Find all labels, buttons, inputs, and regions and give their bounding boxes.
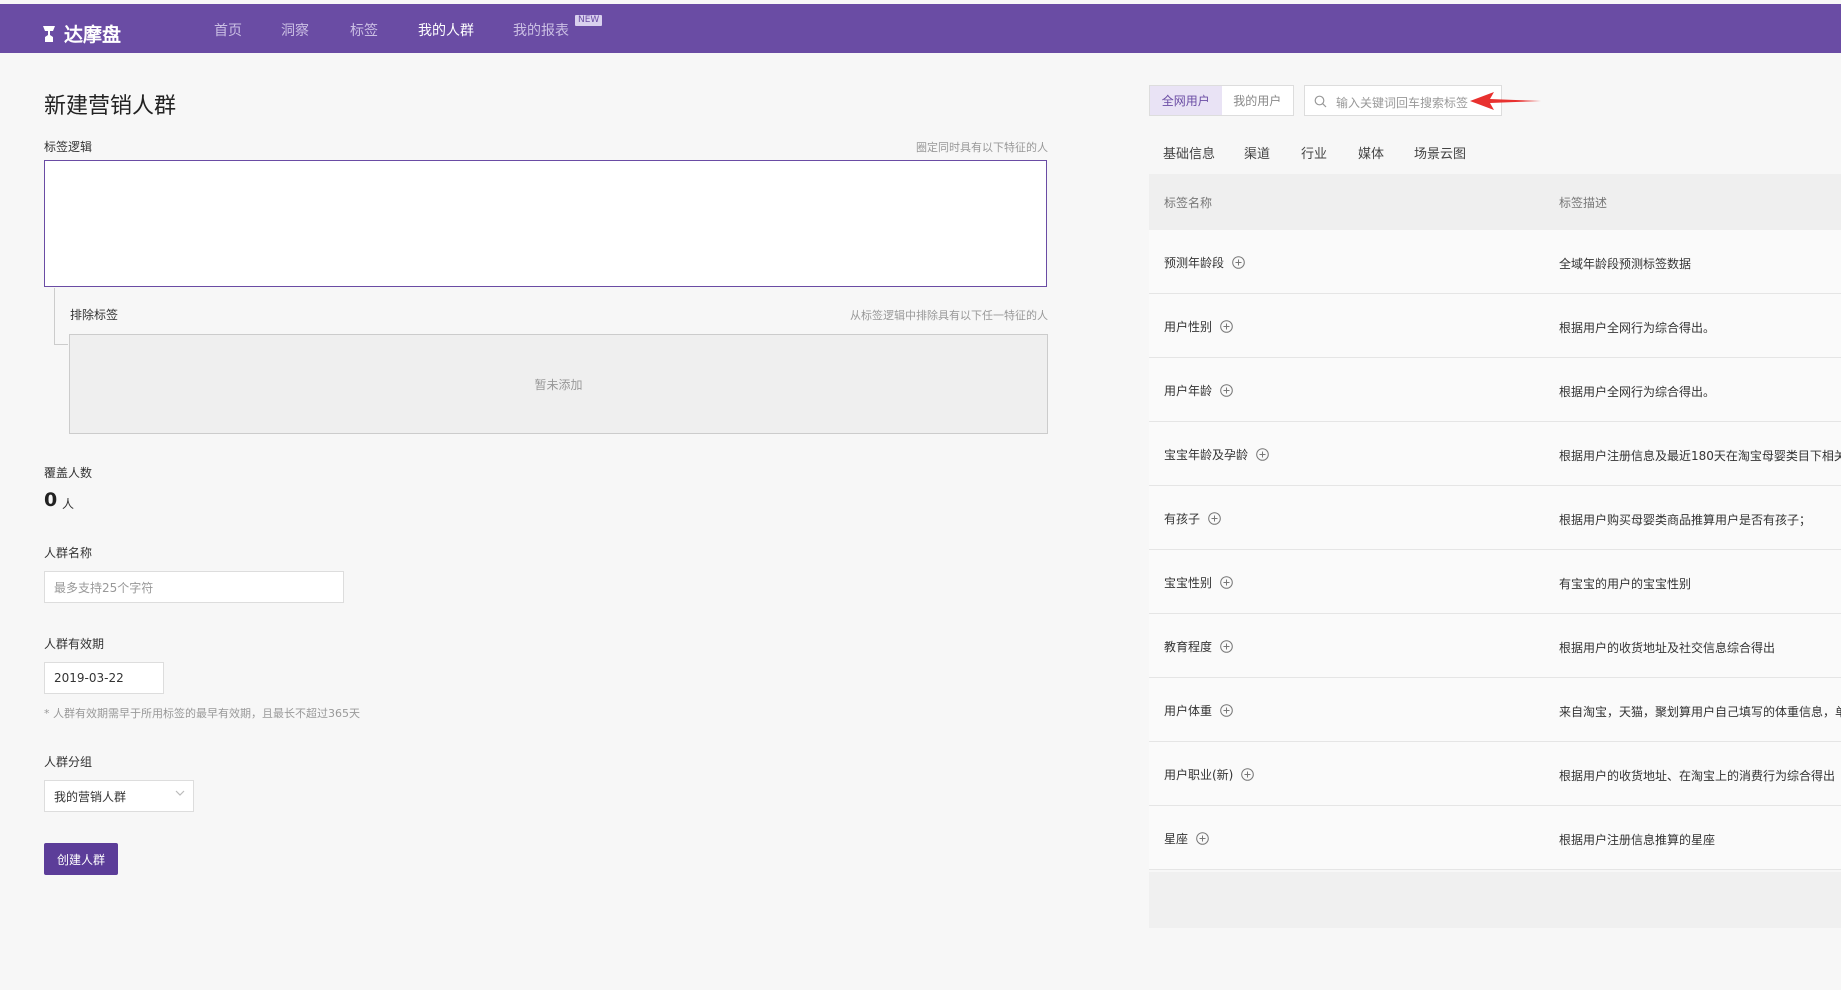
add-tag-icon[interactable]: [1208, 512, 1221, 525]
column-header-desc: 标签描述: [1559, 196, 1608, 210]
nav-item-my-reports[interactable]: 我的报表: [513, 20, 569, 40]
tag-name: 用户性别: [1164, 320, 1213, 334]
new-badge: NEW: [575, 15, 603, 26]
tag-name: 用户年龄: [1164, 384, 1213, 398]
tag-description: 根据用户全网行为综合得出。: [1559, 385, 1716, 399]
table-row: 星座 根据用户注册信息推算的星座: [1149, 806, 1841, 870]
top-nav-bar: 达摩盘 首页 洞察 标签 我的人群 我的报表 NEW: [0, 4, 1841, 53]
logo-icon: [43, 25, 55, 42]
tag-search-placeholder: 输入关键词回车搜索标签: [1336, 96, 1468, 110]
nav-item-my-audiences[interactable]: 我的人群: [418, 20, 474, 40]
tag-description: 全域年龄段预测标签数据: [1559, 257, 1692, 271]
category-tab-scene-cloud[interactable]: 场景云图: [1414, 143, 1466, 162]
add-tag-icon[interactable]: [1241, 768, 1255, 781]
page-title: 新建营销人群: [44, 94, 177, 119]
tag-description: 根据用户注册信息及最近180天在淘宝母婴类目下相关: [1559, 449, 1841, 463]
logo[interactable]: 达摩盘: [40, 20, 121, 47]
tag-logic-hint: 圈定同时具有以下特征的人: [916, 141, 1048, 154]
tag-name: 预测年龄段: [1164, 256, 1225, 270]
search-icon: [1314, 95, 1327, 108]
add-tag-icon[interactable]: [1196, 832, 1209, 845]
exclude-tags-label: 排除标签: [70, 308, 119, 322]
add-tag-icon[interactable]: [1220, 320, 1233, 333]
tag-description: 根据用户购买母婴类商品推算用户是否有孩子；: [1559, 513, 1812, 527]
segment-all-users[interactable]: 全网用户: [1150, 86, 1222, 115]
audience-name-input[interactable]: 最多支持25个字符: [44, 571, 344, 603]
tag-logic-dropzone[interactable]: [44, 160, 1047, 287]
group-select[interactable]: 我的营销人群: [44, 780, 194, 812]
table-footer: [1149, 872, 1841, 928]
tag-name: 用户职业(新): [1164, 768, 1234, 782]
add-tag-icon[interactable]: [1220, 640, 1233, 653]
create-audience-form: 新建营销人群 标签逻辑 圈定同时具有以下特征的人 排除标签 从标签逻辑中排除具有…: [0, 53, 1110, 990]
coverage-unit: 人: [62, 497, 75, 511]
tag-name: 用户体重: [1164, 704, 1213, 718]
coverage-count: 0: [44, 489, 58, 511]
tag-table-header: 标签名称 标签描述: [1149, 174, 1841, 230]
table-row: 用户性别 根据用户全网行为综合得出。: [1149, 294, 1841, 358]
tag-name: 宝宝年龄及孕龄: [1164, 448, 1249, 462]
tag-name: 星座: [1164, 832, 1189, 846]
audience-name-placeholder: 最多支持25个字符: [54, 580, 154, 595]
group-select-value: 我的营销人群: [54, 789, 127, 804]
exclude-tags-dropzone[interactable]: 暂未添加: [69, 334, 1048, 434]
tag-description: 根据用户的收货地址及社交信息综合得出: [1559, 641, 1776, 655]
validity-date-value: 2019-03-22: [54, 671, 124, 685]
tag-name: 教育程度: [1164, 640, 1213, 654]
exclude-empty-text: 暂未添加: [534, 377, 583, 392]
tag-description: 有宝宝的用户的宝宝性别: [1559, 577, 1692, 591]
category-tab-channel[interactable]: 渠道: [1244, 143, 1270, 162]
tag-description: 根据用户注册信息推算的星座: [1559, 833, 1716, 847]
create-audience-button-label: 创建人群: [56, 852, 105, 867]
category-tab-industry[interactable]: 行业: [1301, 143, 1327, 162]
table-row: 有孩子 根据用户购买母婴类商品推算用户是否有孩子；: [1149, 486, 1841, 550]
table-row: 宝宝年龄及孕龄 根据用户注册信息及最近180天在淘宝母婴类目下相关: [1149, 422, 1841, 486]
table-row: 宝宝性别 有宝宝的用户的宝宝性别: [1149, 550, 1841, 614]
tag-description: 根据用户全网行为综合得出。: [1559, 321, 1716, 335]
validity-date-input[interactable]: 2019-03-22: [44, 662, 164, 694]
nav-item-tags[interactable]: 标签: [350, 20, 378, 40]
table-row: 用户体重 来自淘宝，天猫，聚划算用户自己填写的体重信息，单: [1149, 678, 1841, 742]
tag-name: 宝宝性别: [1164, 576, 1213, 590]
tag-name: 有孩子: [1164, 512, 1201, 526]
user-scope-toggle: 全网用户 我的用户: [1149, 85, 1294, 116]
exclude-connector: [54, 288, 68, 345]
table-row: 用户年龄 根据用户全网行为综合得出。: [1149, 358, 1841, 422]
nav-item-insight[interactable]: 洞察: [281, 20, 309, 40]
tag-logic-label: 标签逻辑: [44, 140, 93, 154]
validity-note: * 人群有效期需早于所用标签的最早有效期，且最长不超过365天: [44, 707, 360, 720]
red-arrow-annotation: [1470, 92, 1541, 110]
tag-description: 根据用户的收货地址、在淘宝上的消费行为综合得出: [1559, 769, 1836, 783]
column-header-name: 标签名称: [1164, 196, 1213, 210]
table-row: 用户职业(新) 根据用户的收货地址、在淘宝上的消费行为综合得出: [1149, 742, 1841, 806]
add-tag-icon[interactable]: [1220, 704, 1233, 717]
chevron-down-icon: [175, 790, 185, 796]
create-audience-button[interactable]: 创建人群: [44, 843, 118, 875]
exclude-tags-hint: 从标签逻辑中排除具有以下任一特征的人: [850, 309, 1048, 322]
add-tag-icon[interactable]: [1220, 576, 1233, 589]
coverage-label: 覆盖人数: [44, 466, 93, 480]
category-tab-basic[interactable]: 基础信息: [1163, 143, 1215, 162]
tag-description: 来自淘宝，天猫，聚划算用户自己填写的体重信息，单: [1559, 705, 1841, 719]
segment-my-users[interactable]: 我的用户: [1222, 86, 1294, 115]
tag-browser-panel: 全网用户 我的用户 输入关键词回车搜索标签 基础信息 渠道 行业 媒体 场景云图…: [1110, 53, 1841, 990]
table-row: 教育程度 根据用户的收货地址及社交信息综合得出: [1149, 614, 1841, 678]
add-tag-icon[interactable]: [1220, 384, 1233, 397]
table-row: 预测年龄段 全域年龄段预测标签数据: [1149, 230, 1841, 294]
validity-label: 人群有效期: [44, 637, 105, 651]
add-tag-icon[interactable]: [1232, 256, 1245, 269]
logo-text: 达摩盘: [64, 24, 122, 46]
group-label: 人群分组: [44, 755, 93, 769]
audience-name-label: 人群名称: [44, 546, 93, 560]
category-tab-media[interactable]: 媒体: [1358, 143, 1384, 162]
add-tag-icon[interactable]: [1256, 448, 1269, 461]
nav-item-home[interactable]: 首页: [214, 20, 242, 40]
